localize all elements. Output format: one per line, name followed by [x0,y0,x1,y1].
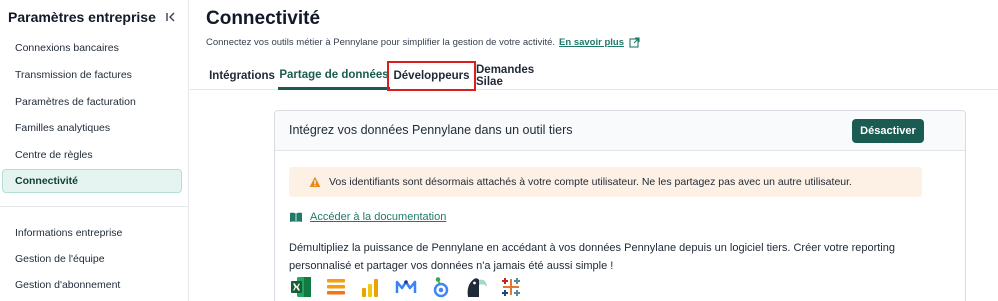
tab-partage-donnees[interactable]: Partage de données [278,62,390,90]
sidebar-item-gestion-abonnement[interactable]: Gestion d'abonnement [2,273,182,297]
sidebar-item-connectivite[interactable]: Connectivité [2,169,182,193]
sidebar-header: Paramètres entreprise [8,9,178,25]
page-subtitle: Connectez vos outils métier à Pennylane … [206,37,640,48]
sidebar-item-transmission-factures[interactable]: Transmission de factures [2,63,182,87]
looker-icon [429,275,453,299]
toucan-icon [464,275,488,299]
sidebar-divider [0,206,189,207]
warning-alert: Vos identifiants sont désormais attachés… [289,167,922,197]
data-sharing-card: Intégrez vos données Pennylane dans un o… [274,110,966,301]
learn-more-link[interactable]: En savoir plus [559,37,624,48]
card-description: Démultipliez la puissance de Pennylane e… [289,242,895,272]
sheets-stack-icon [324,275,348,299]
tab-developpeurs[interactable]: Développeurs [387,61,476,91]
mosaic-icon [394,275,418,299]
sidebar: Paramètres entreprise Connexions bancair… [0,0,189,301]
sidebar-item-parametres-facturation[interactable]: Paramètres de facturation [2,90,182,114]
alert-text: Vos identifiants sont désormais attachés… [329,176,852,188]
documentation-link[interactable]: Accéder à la documentation [289,211,446,223]
documentation-link-label[interactable]: Accéder à la documentation [310,211,446,223]
warning-icon [309,176,321,188]
sidebar-title: Paramètres entreprise [8,9,156,25]
sidebar-item-gestion-equipe[interactable]: Gestion de l'équipe [2,247,182,271]
subtitle-text: Connectez vos outils métier à Pennylane … [206,37,556,48]
book-icon [289,211,303,223]
deactivate-button[interactable]: Désactiver [852,119,924,143]
collapse-sidebar-icon[interactable] [164,10,178,24]
sidebar-item-centre-regles[interactable]: Centre de règles [2,143,182,167]
power-bi-icon [359,275,383,299]
card-title: Intégrez vos données Pennylane dans un o… [289,123,573,137]
tab-integrations[interactable]: Intégrations [208,62,276,90]
page-title: Connectivité [206,8,321,29]
integration-logos [289,275,523,299]
tab-bar: Intégrations Partage de données Développ… [190,61,998,91]
main-content: Connectivité Connectez vos outils métier… [190,0,998,301]
card-header: Intégrez vos données Pennylane dans un o… [275,111,965,151]
sidebar-item-connexions-bancaires[interactable]: Connexions bancaires [2,36,182,60]
tab-demandes-silae[interactable]: Demandes Silae [476,62,560,90]
sidebar-item-familles-analytiques[interactable]: Familles analytiques [2,116,182,140]
sidebar-item-informations-entreprise[interactable]: Informations entreprise [2,221,182,245]
tableau-icon [499,275,523,299]
excel-icon [289,275,313,299]
external-link-icon[interactable] [629,37,640,48]
